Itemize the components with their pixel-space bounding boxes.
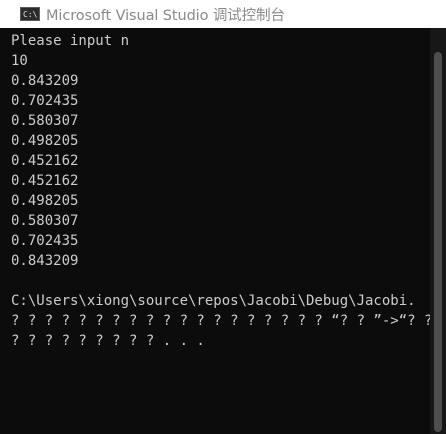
console-line: 0.702435 [11,233,79,249]
window-title: Microsoft Visual Studio 调试控制台 [46,7,285,24]
console-line: 0.498205 [11,193,79,209]
console-line: 0.580307 [11,113,79,129]
console-output[interactable]: Please input n 10 0.843209 0.702435 0.58… [0,28,430,434]
console-line: Please input n [11,33,130,49]
console-line: 0.580307 [11,213,79,229]
svg-text:C:\: C:\ [23,10,37,18]
console-line: 0.843209 [11,73,79,89]
console-line: ? ? ? ? ? ? ? ? ? . . . [11,333,205,349]
console-line: 0.702435 [11,93,79,109]
console-line: 10 [11,53,28,69]
console-line: 0.452162 [11,173,79,189]
console-line: 0.452162 [11,153,79,169]
console-window: C:\ Microsoft Visual Studio 调试控制台 Please… [0,0,446,434]
console-line: ? ? ? ? ? ? ? ? ? ? ? ? ? ? ? ? ? ? ? “?… [11,313,430,329]
console-icon: C:\ [20,7,40,21]
scrollbar-thumb[interactable] [434,52,442,432]
console-line: C:\Users\xiong\source\repos\Jacobi\Debug… [11,293,416,309]
console-line: 0.843209 [11,253,79,269]
title-bar[interactable]: C:\ Microsoft Visual Studio 调试控制台 [0,0,446,28]
vertical-scrollbar[interactable] [430,28,446,434]
console-line: 0.498205 [11,133,79,149]
